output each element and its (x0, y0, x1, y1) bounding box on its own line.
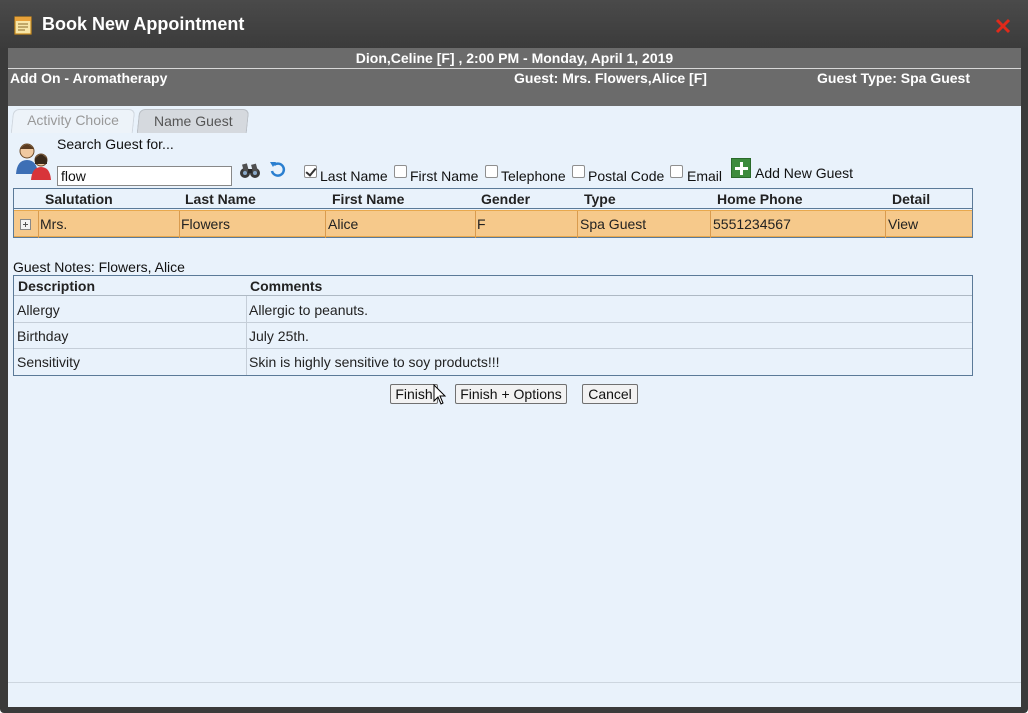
tab-activity-choice[interactable]: Activity Choice (12, 109, 134, 133)
addon-label: Add On - Aromatherapy (10, 70, 168, 86)
cell-divider (38, 211, 39, 238)
note-comment: Allergic to peanuts. (249, 302, 369, 318)
column-header-comments: Comments (250, 278, 323, 294)
cell-type: Spa Guest (580, 216, 647, 232)
search-input[interactable] (57, 166, 232, 186)
table-row: Sensitivity Skin is highly sensitive to … (14, 349, 972, 375)
email-checkbox[interactable] (670, 165, 683, 178)
search-guest-label: Search Guest for... (57, 136, 174, 152)
note-comment: Skin is highly sensitive to soy products… (249, 354, 500, 370)
notes-header-row: Description Comments (14, 276, 972, 296)
note-description: Birthday (17, 328, 69, 344)
cell-divider (475, 211, 476, 238)
last-name-filter-label: Last Name (320, 168, 388, 184)
view-detail-link[interactable]: View (888, 216, 918, 232)
guest-type-label: Guest Type: Spa Guest (817, 70, 970, 86)
email-filter-label: Email (687, 168, 723, 184)
cell-home-phone: 5551234567 (713, 216, 791, 232)
results-header-row: Salutation Last Name First Name Gender T… (14, 189, 972, 209)
dialog-title: Book New Appointment (42, 14, 245, 34)
guest-label: Guest: Mrs. Flowers,Alice [F] (514, 70, 707, 86)
column-header-detail[interactable]: Detail (892, 191, 930, 207)
cell-last-name: Flowers (181, 216, 231, 232)
tab-name-guest-label: Name Guest (153, 113, 233, 129)
note-description: Allergy (17, 302, 60, 318)
appointment-summary: Dion,Celine [F] , 2:00 PM - Monday, Apri… (355, 50, 674, 66)
column-header-salutation[interactable]: Salutation (45, 191, 113, 207)
title-bar[interactable]: Book New Appointment (0, 0, 1028, 48)
table-row-selected[interactable]: Mrs. Flowers Alice F Spa Guest 555123456… (14, 210, 972, 238)
last-name-checkbox[interactable] (304, 165, 317, 178)
close-icon[interactable] (994, 17, 1012, 35)
first-name-checkbox[interactable] (394, 165, 407, 178)
guest-people-icon (16, 143, 51, 180)
column-header-first-name[interactable]: First Name (332, 191, 404, 207)
guest-notes-title: Guest Notes: Flowers, Alice (13, 259, 185, 275)
note-comment: July 25th. (249, 328, 309, 344)
column-header-home-phone[interactable]: Home Phone (717, 191, 803, 207)
cancel-button[interactable]: Cancel (582, 384, 638, 404)
cell-divider (885, 211, 886, 238)
appointment-info-bar: Dion,Celine [F] , 2:00 PM - Monday, Apri… (8, 48, 1021, 106)
table-row: Birthday July 25th. (14, 323, 972, 349)
info-divider (8, 68, 1021, 69)
postal-code-filter-label: Postal Code (588, 168, 665, 184)
cell-gender: F (477, 216, 486, 232)
guest-notes-table: Description Comments Allergy Allergic to… (13, 275, 973, 376)
dialog-window: Book New Appointment Dion,Celine [F] , 2… (0, 0, 1028, 713)
table-row: Allergy Allergic to peanuts. (14, 297, 972, 323)
cell-divider (325, 211, 326, 238)
add-new-guest-link[interactable]: Add New Guest (755, 165, 853, 181)
calendar-notepad-icon (14, 16, 32, 35)
cell-first-name: Alice (328, 216, 359, 232)
column-header-gender[interactable]: Gender (481, 191, 530, 207)
first-name-filter-label: First Name (410, 168, 479, 184)
mouse-pointer-icon (433, 384, 447, 405)
expand-row-icon[interactable] (20, 219, 31, 230)
column-header-description: Description (18, 278, 96, 294)
postal-code-checkbox[interactable] (572, 165, 585, 178)
add-new-guest-icon[interactable] (731, 158, 751, 178)
note-description: Sensitivity (17, 354, 81, 370)
refresh-icon[interactable] (269, 160, 287, 178)
tab-name-guest[interactable]: Name Guest (136, 109, 250, 133)
column-header-type[interactable]: Type (584, 191, 616, 207)
binoculars-search-icon[interactable] (239, 161, 261, 179)
cell-divider (710, 211, 711, 238)
dialog-content: Dion,Celine [F] , 2:00 PM - Monday, Apri… (8, 48, 1021, 707)
column-header-last-name[interactable]: Last Name (185, 191, 256, 207)
cell-divider (577, 211, 578, 238)
finish-button[interactable]: Finish (390, 384, 438, 404)
cell-salutation: Mrs. (40, 216, 68, 232)
cell-divider (179, 211, 180, 238)
telephone-checkbox[interactable] (485, 165, 498, 178)
footer-divider (8, 682, 1021, 683)
finish-options-button[interactable]: Finish + Options (455, 384, 567, 404)
guest-results-table: Salutation Last Name First Name Gender T… (13, 188, 973, 238)
telephone-filter-label: Telephone (501, 168, 566, 184)
